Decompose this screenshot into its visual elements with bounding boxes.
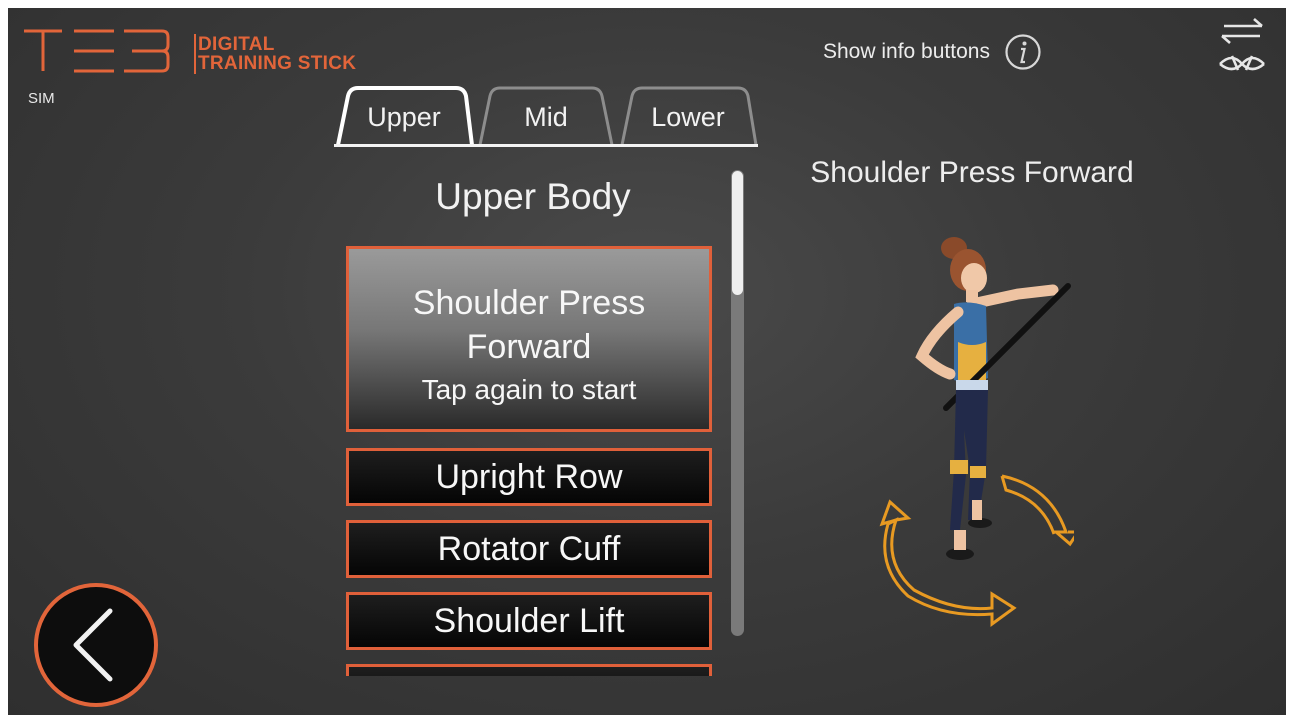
selected-exercise-name: Shoulder Press Forward [412,284,646,366]
list-title: Upper Body [435,176,631,217]
brand-line-digital: DIGITAL [198,34,275,55]
tabs-underline [334,144,758,147]
tab-upper[interactable]: Upper [334,84,474,146]
settings-swap-icon[interactable] [1214,12,1270,78]
tab-mid-label: Mid [524,102,568,132]
preview-title: Shoulder Press Forward [810,156,1134,189]
exercise-item-partial[interactable] [346,664,712,676]
tab-lower[interactable]: Lower [618,84,758,146]
back-button[interactable] [32,581,160,709]
info-icon[interactable] [1004,33,1042,71]
body-region-tabs: Upper Mid Lower [334,84,758,148]
tab-upper-label: Upper [367,102,441,132]
exercise-list[interactable]: Shoulder Press Forward Tap again to star… [344,240,734,676]
selected-exercise-hint: Tap again to start [421,374,637,405]
exercise-item-shoulder-lift[interactable]: Shoulder Lift [346,592,712,650]
brand-line-training-stick: TRAINING STICK [198,53,357,74]
tab-lower-label: Lower [651,102,725,132]
show-info-label: Show info buttons [823,40,990,63]
app-screen: DIGITAL TRAINING STICK SIM Show info but… [8,8,1286,715]
show-info-toggle[interactable]: Show info buttons [823,32,1042,72]
rotate-arrow-icon [879,474,1074,627]
list-scrollbar-thumb[interactable] [732,171,743,295]
tab-mid[interactable]: Mid [476,84,616,146]
exercise-item-upright-row[interactable]: Upright Row [346,448,712,506]
exercise-item-selected[interactable]: Shoulder Press Forward Tap again to star… [346,246,712,432]
exercise-item-rotator-cuff[interactable]: Rotator Cuff [346,520,712,578]
teb-logo: DIGITAL TRAINING STICK [22,26,382,116]
teb-logo-mark [24,29,170,73]
mode-label: SIM [28,90,55,107]
brand-divider [194,34,196,74]
